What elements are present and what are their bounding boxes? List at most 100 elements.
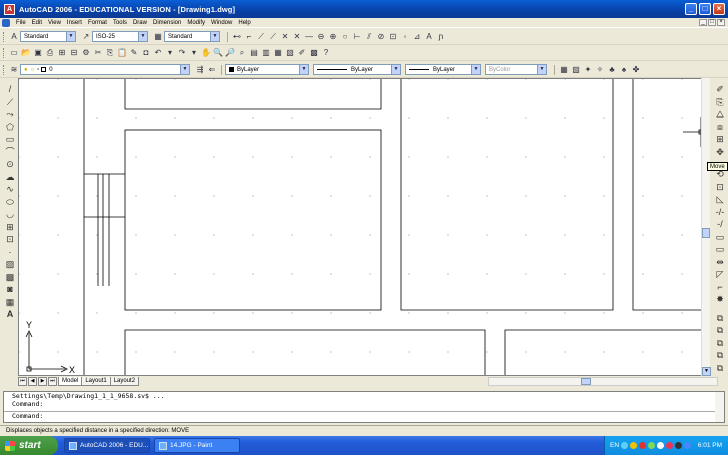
close-button[interactable]: × [713,3,725,15]
menu-window[interactable]: Window [208,20,235,26]
doc-close-button[interactable]: × [717,19,725,26]
make-block-icon[interactable]: ⊡ [5,233,15,246]
multiline-text-icon[interactable]: A [5,308,15,321]
cut-icon[interactable]: ✂ [93,48,103,58]
dim-edit-icon[interactable]: ⊿ [412,32,422,42]
markup-icon[interactable]: ✐ [297,48,307,58]
make-current-icon[interactable]: ⇶ [195,65,205,75]
publish-icon[interactable]: ⊟ [69,48,79,58]
language-indicator[interactable]: EN [610,442,619,449]
stretch-icon[interactable]: ◺ [715,193,725,206]
next-tab-button[interactable]: ▶ [38,376,47,386]
sheet-set-icon[interactable]: ▧ [285,48,295,58]
polyline-icon[interactable]: ⤳ [5,108,15,121]
polyline-icon[interactable]: ⊷ [232,32,242,42]
tray-icon[interactable] [666,442,674,449]
linetype-select[interactable]: ByLayer ▼ [313,64,401,75]
start-button[interactable]: start [0,436,58,455]
tolerance-icon[interactable]: ⊡ [388,32,398,42]
dim-aligned-icon[interactable]: ⟋ [256,32,266,42]
prev-tab-button[interactable]: ◀ [28,376,37,386]
scenes-icon[interactable]: ▨ [571,65,581,75]
command-prompt[interactable]: Command: [4,411,724,420]
quick-dim-icon[interactable]: ○ [340,32,350,42]
table-icon[interactable]: ▦ [5,296,15,309]
chevron-down-icon[interactable]: ▼ [138,32,147,41]
chevron-down-icon[interactable]: ▼ [210,32,219,41]
bring-front-icon[interactable]: ⧉ [715,349,725,362]
tab-layout2[interactable]: Layout2 [109,376,140,386]
chevron-down-icon[interactable]: ▾ [165,48,175,58]
calculator-icon[interactable]: ▩ [309,48,319,58]
lights-icon[interactable]: ✦ [583,65,593,75]
pan-icon[interactable]: ✋ [201,48,211,58]
circle-icon[interactable]: ⊙ [5,158,15,171]
trim-icon[interactable]: -/- [715,206,725,219]
menu-format[interactable]: Format [85,20,110,26]
dim-text-edit-icon[interactable]: A [424,32,434,42]
color-select[interactable]: ByLayer ▼ [225,64,309,75]
dim-continue-icon[interactable]: ⫽ [364,32,374,42]
taskbar-item-paint[interactable]: 14.JPG - Paint [154,438,240,453]
qnew-icon[interactable]: ▭ [9,48,19,58]
table-style-select[interactable]: Standard ▼ [164,31,220,42]
undo-icon[interactable]: ↶ [153,48,163,58]
first-tab-button[interactable]: ⏮ [18,376,27,386]
dim-diameter-icon[interactable]: ⊖ [316,32,326,42]
scroll-down-arrow[interactable]: ▼ [702,367,711,376]
arc-icon[interactable]: ⌒ [5,146,15,159]
tray-icon[interactable] [648,442,656,449]
dim-update-icon[interactable]: ɲ [436,32,446,42]
plot-preview-icon[interactable]: ⊞ [57,48,67,58]
tray-icon[interactable] [621,442,629,449]
tab-layout1[interactable]: Layout1 [81,376,111,386]
layer-select[interactable]: ● ☼ ▫ 0 ▼ [20,64,190,75]
doc-restore-button[interactable]: □ [708,19,716,26]
scroll-thumb[interactable] [581,378,591,385]
bring-above-icon[interactable]: ⧉ [715,324,725,337]
render-icon[interactable]: ▦ [559,65,569,75]
menu-view[interactable]: View [45,20,64,26]
polygon-icon[interactable]: ⬠ [5,121,15,134]
plot-icon[interactable]: ⎙ [45,48,55,58]
chevron-down-icon[interactable]: ▼ [471,65,480,74]
taskbar-clock[interactable]: 6:01 PM [698,442,728,449]
redo-icon[interactable]: ↷ [177,48,187,58]
tray-icon[interactable] [639,442,647,449]
chamfer-icon[interactable]: ◸ [715,268,725,281]
document-icon[interactable] [2,18,10,27]
match-properties-icon[interactable]: ✎ [129,48,139,58]
send-under-icon[interactable]: ⧉ [715,337,725,350]
zoom-realtime-icon[interactable]: 🔍 [213,48,223,58]
scale-icon[interactable]: ⊡ [715,181,725,194]
paste-icon[interactable]: 📋 [117,48,127,58]
chevron-down-icon[interactable]: ▾ [189,48,199,58]
insert-block-icon[interactable]: ⊞ [5,221,15,234]
menu-dimension[interactable]: Dimension [150,20,184,26]
design-center-icon[interactable]: ▥ [261,48,271,58]
maximize-button[interactable]: □ [699,3,711,15]
menu-help[interactable]: Help [235,20,253,26]
zoom-previous-icon[interactable]: ⌕ [237,48,247,58]
last-tab-button[interactable]: ⏭ [48,376,57,386]
lineweight-select[interactable]: ByLayer ▼ [405,64,481,75]
chevron-down-icon[interactable]: ▼ [299,65,308,74]
dim-arc-icon[interactable]: ⟋ [268,32,278,42]
send-back-icon[interactable]: ⧉ [715,362,725,375]
canvas-vertical-scrollbar[interactable]: ▼ [701,78,711,376]
join-icon[interactable]: ⇹ [715,256,725,269]
ellipse-arc-icon[interactable]: ◡ [5,208,15,221]
line-icon[interactable]: / [5,83,15,96]
dim-jogged-icon[interactable]: — [304,32,314,42]
layer-previous-icon[interactable]: ⇐ [207,65,217,75]
properties-icon[interactable]: ▤ [249,48,259,58]
dim-linear-icon[interactable]: ⌐ [244,32,254,42]
autocad-app-icon[interactable]: A [4,3,15,15]
center-mark-icon[interactable]: ◦ [400,32,410,42]
break-at-point-icon[interactable]: ▭ [715,231,725,244]
rectangle-icon[interactable]: ▭ [5,133,15,146]
table-style-icon[interactable]: ▦ [153,32,163,42]
command-scrollbar[interactable] [715,392,724,422]
layer-manager-icon[interactable]: ≋ [9,65,19,75]
save-icon[interactable]: ▣ [33,48,43,58]
